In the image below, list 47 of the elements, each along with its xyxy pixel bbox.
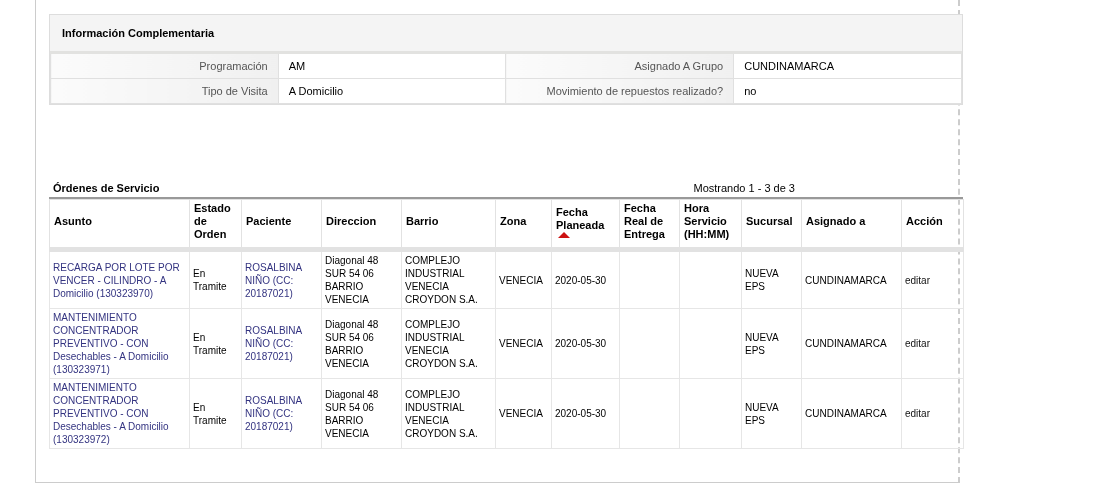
table-cell: CUNDINAMARCA [801, 308, 902, 379]
column-header[interactable]: Direccion [321, 199, 402, 250]
edit-link[interactable]: editar [905, 408, 930, 419]
pagination-info: Mostrando 1 - 3 de 3 [693, 182, 796, 194]
column-header[interactable]: Asunto [49, 199, 190, 250]
column-header[interactable]: Hora Servicio (HH:MM) [679, 199, 742, 250]
table-cell: 2020-05-30 [551, 249, 620, 309]
table-cell: NUEVA EPS [741, 378, 802, 449]
table-cell: COMPLEJO INDUSTRIAL VENECIA CROYDON S.A. [401, 249, 496, 309]
table-cell: En Tramite [189, 249, 242, 309]
column-header[interactable]: Zona [495, 199, 552, 250]
table-cell: VENECIA [495, 249, 552, 309]
table-cell: NUEVA EPS [741, 308, 802, 379]
table-cell: Diagonal 48 SUR 54 06 BARRIO VENECIA [321, 249, 402, 309]
table-cell: VENECIA [495, 308, 552, 379]
table-cell: COMPLEJO INDUSTRIAL VENECIA CROYDON S.A. [401, 308, 496, 379]
column-header[interactable]: Sucursal [741, 199, 802, 250]
table-cell: En Tramite [189, 378, 242, 449]
column-header[interactable]: Fecha Real de Entrega [619, 199, 680, 250]
field-value: CUNDINAMARCA [733, 54, 962, 79]
field-label: Movimiento de repuestos realizado? [505, 78, 734, 104]
table-cell: COMPLEJO INDUSTRIAL VENECIA CROYDON S.A. [401, 378, 496, 449]
column-header[interactable]: Acción [901, 199, 964, 250]
table-cell: Diagonal 48 SUR 54 06 BARRIO VENECIA [321, 308, 402, 379]
table-cell: VENECIA [495, 378, 552, 449]
edit-link[interactable]: editar [905, 274, 930, 286]
field-label: Programación [50, 54, 279, 79]
section-title: Órdenes de Servicio [52, 182, 160, 194]
field-value: A Domicilio [278, 78, 506, 104]
table-cell: Diagonal 48 SUR 54 06 BARRIO VENECIA [321, 378, 402, 449]
column-header[interactable]: Estado de Orden [189, 199, 242, 250]
column-header[interactable]: Paciente [241, 199, 322, 250]
column-header[interactable]: Asignado a [801, 199, 902, 250]
table-cell: 2020-05-30 [551, 378, 620, 449]
table-cell: 2020-05-30 [551, 308, 620, 379]
field-label: Tipo de Visita [50, 78, 279, 104]
table-cell: CUNDINAMARCA [801, 249, 902, 309]
table-cell: CUNDINAMARCA [801, 378, 902, 449]
edit-link[interactable]: editar [905, 338, 930, 349]
field-value: AM [278, 54, 506, 79]
field-value: no [733, 78, 962, 104]
column-header[interactable]: Barrio [401, 199, 496, 250]
field-label: Asignado A Grupo [505, 54, 734, 79]
table-cell: NUEVA EPS [741, 249, 802, 309]
table-cell: En Tramite [189, 308, 242, 379]
panel-title: Información Complementaria [62, 27, 215, 39]
column-header[interactable]: Fecha Planeada [551, 199, 620, 250]
